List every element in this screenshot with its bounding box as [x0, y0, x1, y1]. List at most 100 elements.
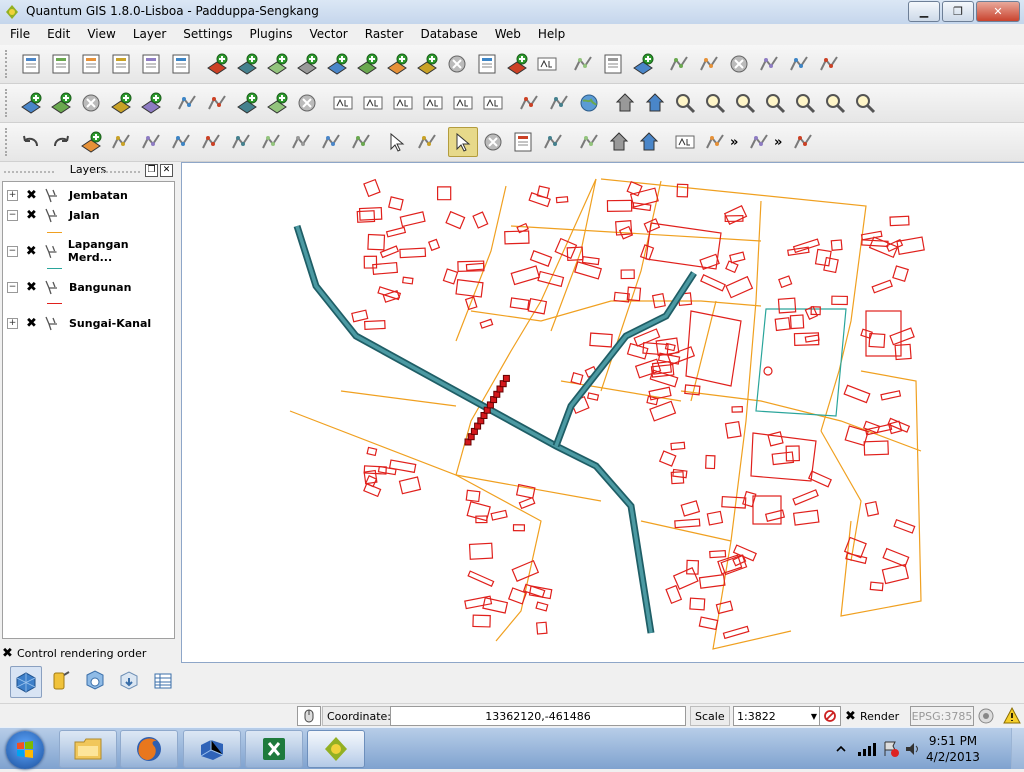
print-composer-manager-button[interactable] [166, 49, 196, 79]
layer-row-jalan[interactable]: − ✖ Jalan [3, 206, 173, 224]
zoom-full-button[interactable] [760, 88, 790, 118]
layer-style-button[interactable] [136, 88, 166, 118]
taskbar-clock[interactable]: 9:51 PM 4/2/2013 [922, 733, 984, 765]
merge-attributes-button[interactable] [256, 127, 286, 157]
simplify-button[interactable] [202, 88, 232, 118]
open-project-button[interactable] [46, 49, 76, 79]
open-attribute-table-button[interactable] [508, 127, 538, 157]
processing-gear-button[interactable] [412, 127, 442, 157]
identify-button[interactable] [382, 127, 412, 157]
window-titlebar[interactable]: Quantum GIS 1.8.0-Lisboa - Padduppa-Seng… [0, 0, 1024, 25]
simplify-feature-button[interactable] [106, 127, 136, 157]
start-button[interactable] [6, 731, 44, 769]
layer-row-lapangan[interactable]: − ✖ Lapangan Merd... [3, 238, 173, 264]
menu-settings[interactable]: Settings [173, 27, 239, 41]
move-label-button[interactable] [418, 88, 448, 118]
paste-features-button[interactable] [814, 49, 844, 79]
add-wms-layer-button[interactable] [352, 49, 382, 79]
add-vector-layer-button[interactable] [202, 49, 232, 79]
home-2-button[interactable] [634, 127, 664, 157]
chevron-down-icon[interactable]: ▼ [811, 712, 817, 721]
layer-visibility-checkbox[interactable]: ✖ [26, 317, 37, 330]
minimize-button[interactable]: ▁ [908, 1, 940, 22]
menu-layer[interactable]: Layer [123, 27, 173, 41]
remove-vector-button[interactable] [76, 88, 106, 118]
menu-raster[interactable]: Raster [355, 27, 411, 41]
gps-tool-button[interactable] [46, 666, 76, 696]
zoom-selection-button[interactable] [820, 88, 850, 118]
control-rendering-order-checkbox[interactable]: ✖ [2, 647, 13, 660]
toolbar-overflow-button[interactable]: » [774, 135, 788, 150]
pan-button[interactable] [610, 88, 640, 118]
zoom-native-button[interactable] [730, 88, 760, 118]
delete-selected-button[interactable] [724, 49, 754, 79]
new-project-button[interactable] [16, 49, 46, 79]
control-rendering-order[interactable]: ✖ Control rendering order [2, 647, 146, 660]
layer-tree[interactable]: + ✖ Jembatan − ✖ Jalan − ✖ Lapangan Merd… [2, 181, 175, 639]
change-label-button[interactable] [478, 88, 508, 118]
map-overview-button[interactable] [10, 666, 42, 698]
layer-row-sungai-kanal[interactable]: + ✖ Sungai-Kanal [3, 314, 173, 332]
zoom-in-button[interactable] [670, 88, 700, 118]
delete-ring-button[interactable] [292, 88, 322, 118]
add-favorite-button[interactable] [46, 88, 76, 118]
add-delimited-text-button[interactable] [532, 49, 562, 79]
toolbar-grip[interactable] [5, 89, 11, 117]
menu-edit[interactable]: Edit [37, 27, 77, 41]
save-project-button[interactable] [76, 49, 106, 79]
save-as-button[interactable] [106, 49, 136, 79]
layer-row-jembatan[interactable]: + ✖ Jembatan [3, 186, 173, 204]
expander-icon[interactable]: + [7, 189, 18, 201]
coordinate-field[interactable]: 13362120,-461486 [390, 706, 686, 726]
toolbar-overflow-button[interactable]: » [730, 135, 744, 150]
add-ring-button[interactable] [232, 88, 262, 118]
menu-view[interactable]: View [77, 27, 122, 41]
map-canvas[interactable] [181, 162, 1024, 663]
zoom-layer-button[interactable] [790, 88, 820, 118]
node-tool-button[interactable] [694, 49, 724, 79]
toggle-extents-button[interactable] [297, 706, 321, 726]
flag-alert-icon[interactable] [882, 740, 900, 758]
stop-render-button[interactable] [819, 706, 841, 726]
rotate-label-button[interactable] [448, 88, 478, 118]
show-desktop-button[interactable] [1011, 728, 1024, 769]
undo-button[interactable] [16, 127, 46, 157]
home-button[interactable] [604, 127, 634, 157]
menu-plugins[interactable]: Plugins [240, 27, 300, 41]
projection-button[interactable]: EPSG:3785 [910, 706, 974, 726]
maximize-button[interactable]: ❐ [942, 1, 974, 22]
add-ring-2-button[interactable] [76, 127, 106, 157]
layer-visibility-checkbox[interactable]: ✖ [26, 245, 37, 258]
rotate-point-button[interactable] [286, 127, 316, 157]
expander-icon[interactable]: + [7, 317, 18, 329]
toggle-editing-button[interactable] [568, 49, 598, 79]
split-feature-button[interactable] [196, 127, 226, 157]
warning-icon[interactable] [1002, 706, 1022, 726]
remove-layer-button[interactable] [442, 49, 472, 79]
expander-icon[interactable]: − [7, 245, 18, 257]
reshape-2-button[interactable] [346, 127, 376, 157]
taskbar-qgis[interactable] [307, 730, 365, 768]
offset-curve-button[interactable] [166, 127, 196, 157]
plugin-installer-button[interactable] [114, 666, 144, 696]
add-spatialite-layer-button[interactable] [292, 49, 322, 79]
taskbar-explorer[interactable] [59, 730, 117, 768]
deselect-button[interactable] [478, 127, 508, 157]
menu-help[interactable]: Help [528, 27, 572, 41]
signal-icon[interactable] [856, 741, 878, 757]
reshape-button[interactable] [136, 127, 166, 157]
pan-to-selection-button[interactable] [640, 88, 670, 118]
ring-button[interactable] [316, 127, 346, 157]
save-edits-button[interactable] [598, 49, 628, 79]
add-part-button[interactable] [262, 88, 292, 118]
taskbar-virtual-pc[interactable] [183, 730, 241, 768]
redo-button[interactable] [46, 127, 76, 157]
add-postgis-layer-button[interactable] [262, 49, 292, 79]
screenshot-plugin-button[interactable] [788, 127, 818, 157]
toolbar-grip[interactable] [5, 128, 11, 156]
menu-web[interactable]: Web [485, 27, 528, 41]
copy-features-button[interactable] [784, 49, 814, 79]
add-oracle-layer-button[interactable] [502, 49, 532, 79]
new-shapefile-layer-button[interactable] [472, 49, 502, 79]
d2s-button[interactable] [700, 127, 730, 157]
